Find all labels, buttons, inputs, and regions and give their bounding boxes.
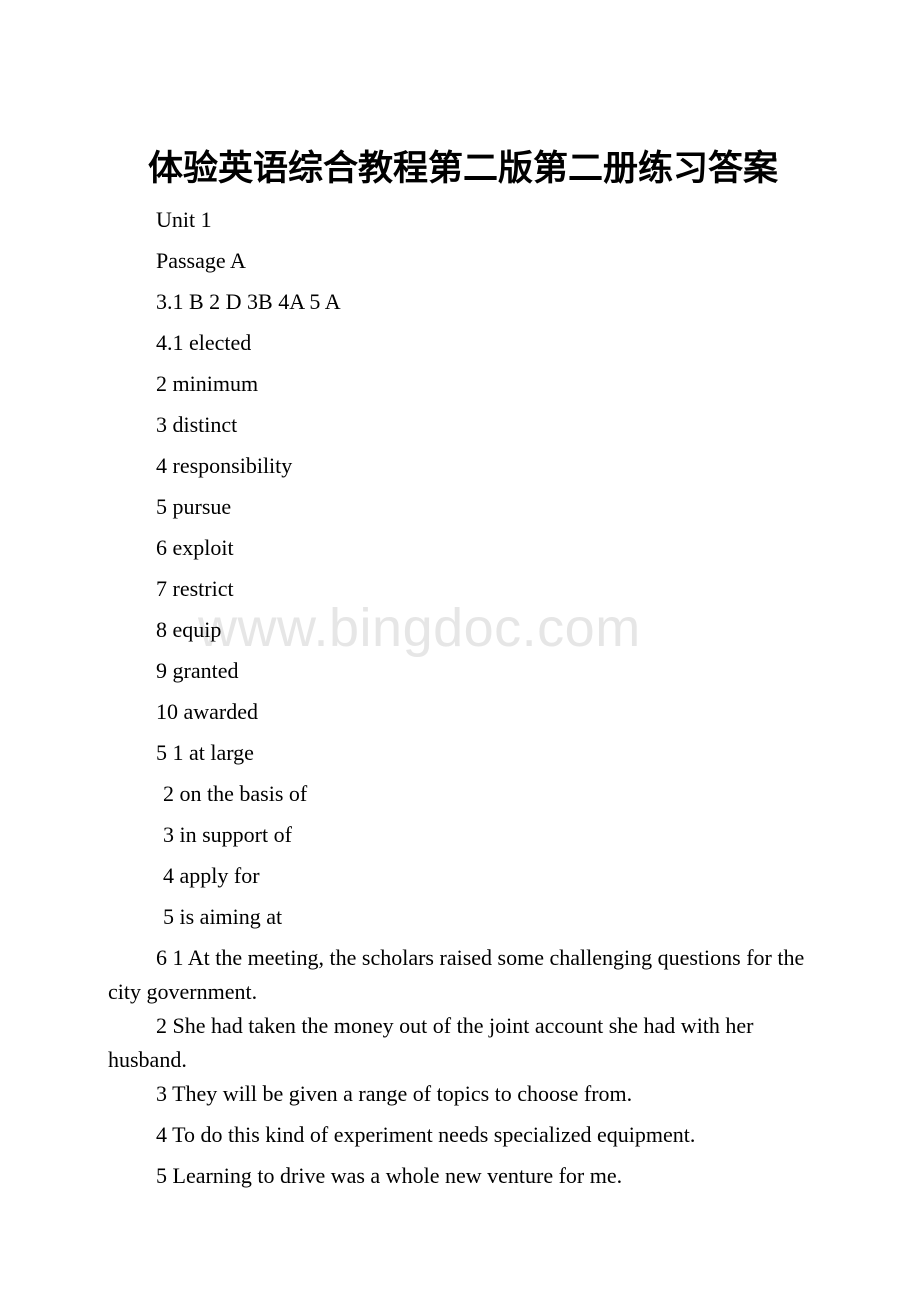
watermark-text: www.bingdoc.com [198, 598, 641, 658]
vocab-item-3: 3 distinct [156, 412, 238, 437]
vocab-item-1: 4.1 elected [156, 330, 252, 355]
sentence-item-4: 4 To do this kind of experiment needs sp… [156, 1122, 696, 1147]
phrase-item-5: 5 is aiming at [163, 904, 283, 929]
unit-heading: Unit 1 [156, 207, 212, 232]
vocab-item-2: 2 minimum [156, 371, 259, 396]
sentence-item-2: 2 She had taken the money out of the joi… [108, 1013, 754, 1072]
sentence-item-1: 6 1 At the meeting, the scholars raised … [108, 945, 805, 1004]
vocab-item-4: 4 responsibility [156, 453, 293, 478]
phrase-item-4: 4 apply for [163, 863, 260, 888]
phrase-item-2: 2 on the basis of [163, 781, 308, 806]
vocab-item-10: 10 awarded [156, 699, 259, 724]
passage-heading: Passage A [156, 248, 246, 273]
vocab-item-6: 6 exploit [156, 535, 234, 560]
vocab-item-9: 9 granted [156, 658, 239, 683]
sentence-item-3: 3 They will be given a range of topics t… [156, 1081, 633, 1106]
vocab-item-5: 5 pursue [156, 494, 232, 519]
sentence-item-5: 5 Learning to drive was a whole new vent… [156, 1163, 623, 1188]
page-title: 体验英语综合教程第二版第二册练习答案 [148, 149, 779, 188]
phrase-item-3: 3 in support of [163, 822, 292, 847]
document-page: www.bingdoc.com 体验英语综合教程第二版第二册练习答案 Unit … [0, 0, 920, 1302]
phrase-item-1: 5 1 at large [156, 740, 254, 765]
vocab-item-7: 7 restrict [156, 576, 234, 601]
vocab-item-8: 8 equip [156, 617, 222, 642]
multiple-choice-answers: 3.1 B 2 D 3B 4A 5 A [156, 289, 341, 314]
